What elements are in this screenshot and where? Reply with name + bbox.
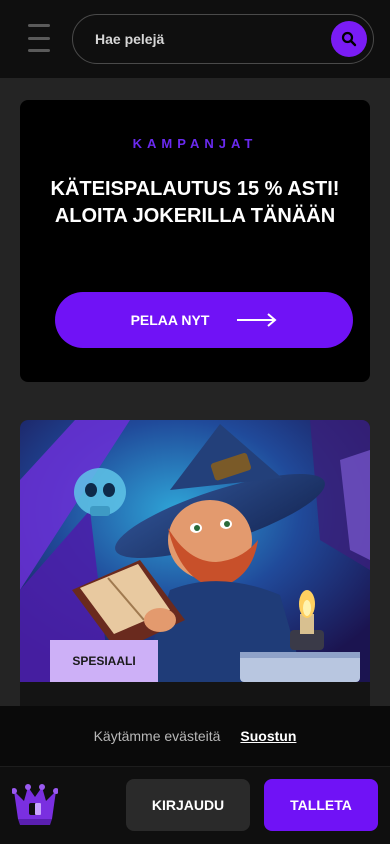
play-now-button[interactable]: PELAA NYT [55,292,353,348]
cookie-accept-link[interactable]: Suostun [240,728,296,744]
promo-title: KÄTEISPALAUTUS 15 % ASTI! ALOITA JOKERIL… [50,178,340,227]
game-card[interactable]: SPESIAALI [20,420,370,720]
cookie-banner: Käytämme evästeitä Suostun [0,706,390,766]
bottom-bar: KIRJAUDU TALLETA [0,766,390,844]
search-icon [341,31,357,47]
arrow-right-icon [237,313,277,327]
promo-card: KAMPANJAT KÄTEISPALAUTUS 15 % ASTI! ALOI… [20,100,370,382]
special-badge: SPESIAALI [50,640,158,682]
search-bar [72,14,374,64]
search-button[interactable] [331,21,367,57]
cookie-text: Käytämme evästeitä [93,728,221,744]
jester-logo-icon[interactable] [12,781,58,827]
search-input[interactable] [95,31,315,47]
deposit-button[interactable]: TALLETA [264,779,378,831]
menu-icon[interactable] [28,24,50,52]
promo-kicker: KAMPANJAT [132,136,258,151]
login-button[interactable]: KIRJAUDU [126,779,250,831]
top-header [0,0,390,78]
play-now-label: PELAA NYT [130,312,210,328]
